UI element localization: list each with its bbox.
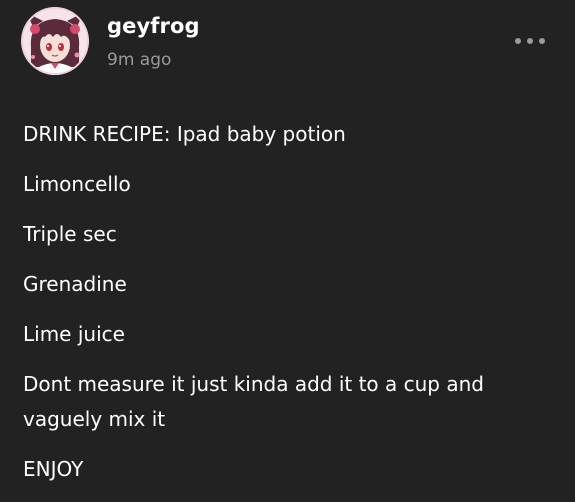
post-timestamp: 9m ago (107, 50, 172, 70)
avatar[interactable] (21, 7, 89, 75)
instruction-line: Dont measure it just kinda add it to a c… (23, 372, 484, 431)
ingredient-line: Limoncello (23, 172, 131, 196)
post-title-line: DRINK RECIPE: Ipad baby potion (23, 122, 346, 146)
ingredient-line: Triple sec (23, 222, 117, 246)
post-card: geyfrog 9m ago DRINK RECIPE: Ipad baby p… (0, 0, 575, 500)
more-horizontal-icon (539, 38, 545, 44)
ingredient-line: Grenadine (23, 272, 127, 296)
closing-line: ENJOY (23, 457, 84, 481)
post-body: DRINK RECIPE: Ipad baby potion Limoncell… (23, 117, 543, 502)
more-options-button[interactable] (515, 33, 545, 49)
more-horizontal-icon (515, 38, 521, 44)
ingredient-line: Lime juice (23, 322, 125, 346)
avatar-illustration (21, 7, 89, 75)
post-author[interactable]: geyfrog (107, 14, 200, 38)
more-horizontal-icon (527, 38, 533, 44)
